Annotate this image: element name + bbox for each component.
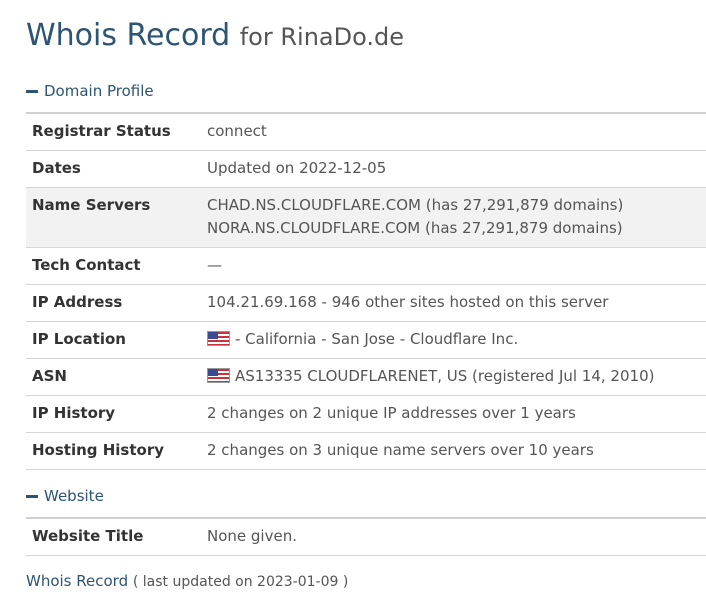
ip-history-value: 2 changes on 2 unique IP addresses over …: [207, 404, 576, 422]
table-row-ip-address: IP Address 104.21.69.168 - 946 other sit…: [26, 284, 706, 322]
table-row-website-title: Website Title None given.: [26, 517, 706, 556]
website-toggle[interactable]: Website: [26, 487, 104, 505]
page-title: Whois Record for RinaDo.de: [26, 18, 404, 53]
asn-value: AS13335 CLOUDFLARENET, US (registered Ju…: [235, 367, 655, 385]
hosting-history-label: Hosting History: [32, 441, 165, 459]
dates-label: Dates: [32, 159, 81, 177]
website-title: Website: [44, 487, 104, 505]
whois-record-link[interactable]: Whois Record: [26, 572, 128, 590]
registrar-status-value: connect: [207, 122, 267, 140]
collapse-icon: [26, 89, 38, 93]
collapse-icon: [26, 494, 38, 498]
table-row-registrar-status: Registrar Status connect: [26, 112, 706, 151]
dates-value: Updated on 2022-12-05: [207, 159, 387, 177]
hosting-history-value: 2 changes on 3 unique name servers over …: [207, 441, 594, 459]
domain-profile-toggle[interactable]: Domain Profile: [26, 82, 154, 100]
name-server-2: NORA.NS.CLOUDFLARE.COM (has 27,291,879 d…: [207, 219, 623, 237]
website-title-value: None given.: [207, 527, 297, 545]
ip-location-value: - California - San Jose - Cloudflare Inc…: [235, 330, 519, 348]
ip-address-value: 104.21.69.168 - 946 other sites hosted o…: [207, 293, 609, 311]
us-flag-icon: [207, 368, 230, 383]
table-row-hosting-history: Hosting History 2 changes on 3 unique na…: [26, 432, 706, 470]
name-servers-label: Name Servers: [32, 196, 151, 214]
page-title-main: Whois Record: [26, 18, 231, 53]
tech-contact-label: Tech Contact: [32, 256, 141, 274]
table-row-name-servers: Name Servers CHAD.NS.CLOUDFLARE.COM (has…: [26, 187, 706, 248]
footer: Whois Record ( last updated on 2023-01-0…: [26, 572, 348, 590]
registrar-status-label: Registrar Status: [32, 122, 171, 140]
table-row-ip-location: IP Location - California - San Jose - Cl…: [26, 321, 706, 359]
table-row-dates: Dates Updated on 2022-12-05: [26, 150, 706, 188]
page-title-domain: for RinaDo.de: [239, 23, 404, 51]
website-title-label: Website Title: [32, 527, 144, 545]
name-server-1: CHAD.NS.CLOUDFLARE.COM (has 27,291,879 d…: [207, 196, 624, 214]
us-flag-icon: [207, 331, 230, 346]
table-row-tech-contact: Tech Contact —: [26, 247, 706, 285]
website-table: Website Title None given.: [26, 517, 706, 556]
ip-address-label: IP Address: [32, 293, 123, 311]
domain-profile-title: Domain Profile: [44, 82, 154, 100]
domain-profile-table: Registrar Status connect Dates Updated o…: [26, 112, 706, 470]
last-updated-text: ( last updated on 2023-01-09 ): [132, 574, 349, 590]
tech-contact-value: —: [207, 256, 222, 274]
table-row-ip-history: IP History 2 changes on 2 unique IP addr…: [26, 395, 706, 433]
ip-location-label: IP Location: [32, 330, 126, 348]
ip-history-label: IP History: [32, 404, 116, 422]
asn-label: ASN: [32, 367, 67, 385]
table-row-asn: ASN AS13335 CLOUDFLARENET, US (registere…: [26, 358, 706, 396]
